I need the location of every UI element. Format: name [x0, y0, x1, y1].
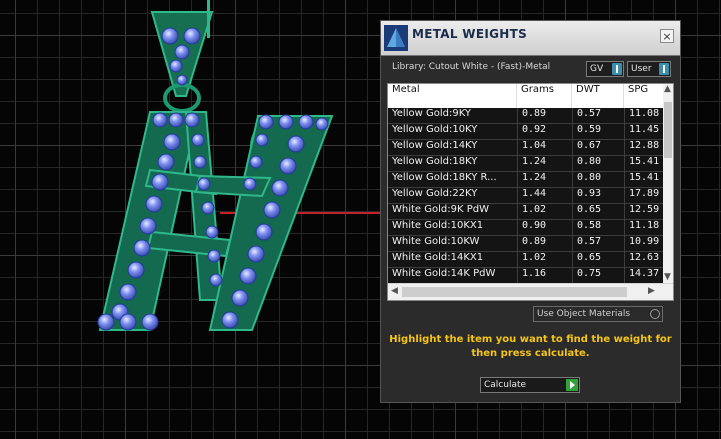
dwt-cell: 0.59: [572, 124, 624, 139]
column-header-grams[interactable]: Grams: [517, 84, 572, 108]
metal-cell: Yellow Gold:22KY: [392, 188, 478, 199]
scroll-down-icon[interactable]: ▼: [664, 272, 671, 282]
table-row[interactable]: Yellow Gold:22KY 1.44 0.93 17.89: [388, 188, 673, 204]
horizontal-scrollbar[interactable]: ◀ ▶: [388, 283, 673, 300]
table-row[interactable]: White Gold:9K PdW 1.02 0.65 12.59: [388, 204, 673, 220]
grams-cell: 1.02: [517, 252, 572, 267]
play-icon: [566, 379, 578, 391]
calculate-button[interactable]: Calculate: [480, 377, 580, 393]
metal-cell: White Gold:9K PdW: [392, 204, 489, 215]
grams-cell: 0.89: [517, 108, 572, 123]
table-body: Yellow Gold:9KY 0.89 0.57 11.08 Yellow Gold…: [388, 108, 673, 284]
dwt-cell: 0.57: [572, 236, 624, 251]
grams-cell: 0.90: [517, 220, 572, 235]
toggle-indicator-icon: [659, 63, 669, 75]
scroll-thumb[interactable]: [664, 102, 672, 158]
grams-cell: 1.24: [517, 156, 572, 171]
table-row[interactable]: White Gold:10KX1 0.90 0.58 11.18: [388, 220, 673, 236]
dwt-cell: 0.75: [572, 268, 624, 283]
metal-weights-panel: METAL WEIGHTS × Library: Cutout White - …: [380, 20, 681, 403]
panel-title: METAL WEIGHTS: [412, 27, 528, 41]
instruction-text: Highlight the item you want to find the …: [389, 334, 672, 359]
metal-cell: White Gold:14KX1: [392, 252, 484, 263]
column-header-dwt[interactable]: DWT: [572, 84, 624, 108]
radio-indicator-icon: [650, 309, 660, 319]
close-button[interactable]: ×: [660, 29, 674, 43]
grams-cell: 0.92: [517, 124, 572, 139]
metal-cell: Yellow Gold:18KY: [392, 156, 478, 167]
table-row[interactable]: Yellow Gold:18KY 1.24 0.80 15.41: [388, 156, 673, 172]
dwt-cell: 0.80: [572, 156, 624, 171]
grams-cell: 1.04: [517, 140, 572, 155]
table-row[interactable]: Yellow Gold:10KY 0.92 0.59 11.45: [388, 124, 673, 140]
library-label: Library: Cutout White - (Fast)-Metal: [392, 62, 551, 72]
dwt-cell: 0.65: [572, 252, 624, 267]
dwt-cell: 0.80: [572, 172, 624, 187]
gv-toggle[interactable]: GV: [586, 61, 624, 77]
table-row[interactable]: Yellow Gold:14KY 1.04 0.67 12.88: [388, 140, 673, 156]
dwt-cell: 0.57: [572, 108, 624, 123]
use-object-materials-toggle[interactable]: Use Object Materials: [533, 306, 663, 322]
user-toggle[interactable]: User: [627, 61, 671, 77]
metal-cell: White Gold:14K PdW: [392, 268, 496, 279]
dwt-cell: 0.65: [572, 204, 624, 219]
jewelry-model[interactable]: [0, 0, 380, 439]
grams-cell: 1.02: [517, 204, 572, 219]
dwt-cell: 0.58: [572, 220, 624, 235]
metal-cell: Yellow Gold:14KY: [392, 140, 478, 151]
user-toggle-label: User: [631, 64, 652, 74]
table-row[interactable]: White Gold:14KX1 1.02 0.65 12.63: [388, 252, 673, 268]
scroll-thumb[interactable]: [402, 287, 627, 297]
pyramid-icon: [384, 25, 408, 51]
scroll-left-icon[interactable]: ◀: [391, 286, 398, 296]
use-object-materials-label: Use Object Materials: [537, 309, 631, 319]
grams-cell: 1.16: [517, 268, 572, 283]
grams-cell: 1.44: [517, 188, 572, 203]
title-bar[interactable]: METAL WEIGHTS ×: [381, 21, 680, 56]
scroll-up-icon[interactable]: ▲: [664, 84, 671, 94]
table-row[interactable]: Yellow Gold:18KY R... 1.24 0.80 15.41: [388, 172, 673, 188]
toggle-indicator-icon: [612, 63, 622, 75]
column-header-metal[interactable]: Metal: [388, 84, 517, 108]
table-row[interactable]: Yellow Gold:9KY 0.89 0.57 11.08: [388, 108, 673, 124]
table-row[interactable]: White Gold:14K PdW 1.16 0.75 14.37: [388, 268, 673, 284]
dwt-cell: 0.93: [572, 188, 624, 203]
metal-cell: White Gold:10KX1: [392, 220, 484, 231]
scroll-right-icon[interactable]: ▶: [648, 286, 655, 296]
metal-cell: White Gold:10KW: [392, 236, 480, 247]
grams-cell: 1.24: [517, 172, 572, 187]
gv-toggle-label: GV: [590, 64, 604, 74]
table-row[interactable]: White Gold:10KW 0.89 0.57 10.99: [388, 236, 673, 252]
metal-cell: Yellow Gold:18KY R...: [392, 172, 497, 183]
calculate-label: Calculate: [484, 380, 527, 390]
table-header: Metal Grams DWT SPG: [388, 84, 673, 109]
metal-cell: Yellow Gold:9KY: [392, 108, 471, 119]
dwt-cell: 0.67: [572, 140, 624, 155]
metal-table[interactable]: Metal Grams DWT SPG Yellow Gold:9KY 0.89 0…: [387, 83, 674, 301]
vertical-scrollbar[interactable]: ▲ ▼: [663, 84, 673, 284]
metal-cell: Yellow Gold:10KY: [392, 124, 478, 135]
grams-cell: 0.89: [517, 236, 572, 251]
